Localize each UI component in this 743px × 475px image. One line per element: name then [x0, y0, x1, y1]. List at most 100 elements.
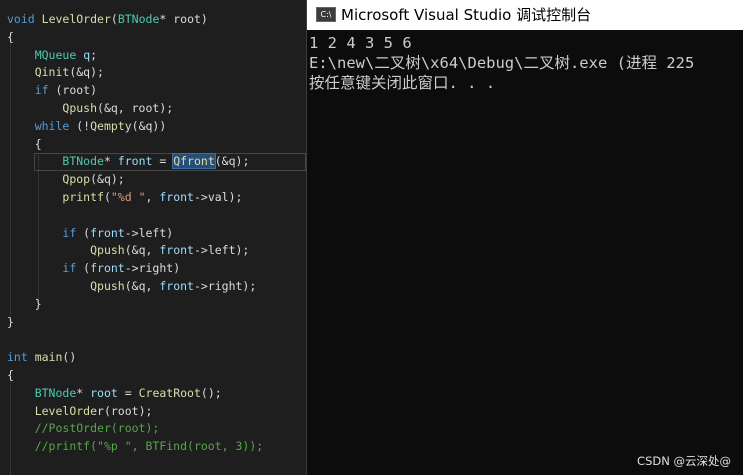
code-token: Qpop	[62, 172, 91, 187]
code-token: {	[7, 29, 14, 44]
code-token: (&q,	[124, 243, 160, 258]
code-line: //PostOrder(root);	[7, 419, 160, 437]
code-line: if (front->right)	[7, 259, 180, 277]
code-token: front	[90, 261, 125, 276]
code-token: void	[7, 12, 35, 26]
debug-console-window[interactable]: C:\ Microsoft Visual Studio 调试控制台 1 2 4 …	[306, 0, 743, 475]
code-token: Qpush	[90, 279, 125, 293]
code-token: ->right);	[193, 279, 257, 293]
code-token: ();	[200, 385, 222, 400]
code-token: (	[76, 261, 91, 276]
code-token: (&q);	[90, 172, 125, 187]
code-token: =	[117, 385, 139, 400]
code-token: (!	[69, 118, 91, 133]
watermark: CSDN @云深处@	[637, 454, 731, 468]
code-token: if	[34, 83, 49, 98]
code-token: "%d "	[110, 190, 146, 204]
code-token: front	[159, 243, 194, 258]
code-token: LevelOrder	[41, 12, 111, 26]
code-line: BTNode* front = Qfront(&q);	[7, 152, 249, 170]
code-line: Qpush(&q, root);	[7, 99, 173, 117]
code-token: CreatRoot	[138, 385, 201, 400]
code-line: if (root)	[7, 81, 97, 99]
console-titlebar[interactable]: C:\ Microsoft Visual Studio 调试控制台	[307, 0, 743, 30]
code-token: =	[152, 154, 174, 169]
code-line: //printf("%p ", BTFind(root, 3));	[7, 437, 263, 455]
code-line: }	[7, 295, 42, 313]
code-line: BTNode* root = CreatRoot();	[7, 384, 222, 402]
code-token: ->left)	[124, 225, 174, 240]
code-token: ,	[145, 190, 160, 204]
code-line: {	[7, 366, 14, 384]
code-token: MQueue	[34, 47, 77, 62]
code-line: {	[7, 28, 14, 46]
code-token: ->right)	[124, 261, 181, 276]
code-token: while	[34, 118, 70, 133]
code-token: Qinit	[34, 65, 70, 80]
code-token: (&q,	[124, 279, 160, 293]
code-token: LevelOrder	[34, 403, 104, 418]
code-token: BTNode	[34, 385, 77, 400]
code-token: (root)	[48, 83, 98, 98]
code-token: (&q, root);	[97, 101, 174, 115]
code-token: (&q);	[69, 65, 104, 80]
code-line: }	[7, 313, 14, 331]
code-token: root	[90, 385, 118, 400]
console-output-line: 1 2 4 3 5 6	[309, 34, 412, 52]
code-line: int main()	[7, 348, 76, 366]
code-token: front	[159, 279, 194, 293]
code-line: Qpush(&q, front->right);	[7, 277, 256, 295]
console-title: Microsoft Visual Studio 调试控制台	[341, 6, 592, 24]
code-token: }	[7, 296, 42, 311]
code-token: ()	[62, 350, 77, 365]
code-token: BTNode	[117, 12, 160, 26]
code-line: while (!Qempty(&q))	[7, 117, 167, 135]
code-line: if (front->left)	[7, 224, 173, 242]
code-token: (	[76, 225, 91, 240]
code-token: {	[7, 136, 42, 151]
code-token: Qpush	[90, 243, 125, 258]
code-token: if	[62, 261, 77, 276]
code-token: Qpush	[62, 101, 98, 115]
code-line: {	[7, 135, 42, 153]
console-app-icon: C:\	[316, 7, 336, 22]
code-editor[interactable]: void LevelOrder(BTNode* root){ MQueue q;…	[0, 0, 306, 475]
code-token: *	[103, 154, 118, 169]
code-token: BTNode	[62, 154, 104, 169]
code-token: int	[7, 350, 28, 365]
code-token: Qempty	[90, 118, 132, 133]
code-token: //PostOrder(root);	[34, 421, 160, 436]
code-token: * root)	[159, 12, 208, 26]
code-token: main	[34, 350, 63, 365]
code-token: (&q);	[214, 154, 250, 169]
code-line: Qpush(&q, front->left);	[7, 241, 249, 259]
code-token: {	[7, 368, 14, 382]
code-token: //printf("%p ", BTFind(root, 3));	[34, 439, 264, 454]
code-token: ->val);	[193, 190, 243, 204]
console-output-line: 按任意键关闭此窗口. . .	[309, 74, 496, 92]
console-output-line: E:\new\二叉树\x64\Debug\二叉树.exe (进程 225	[309, 54, 695, 72]
code-token: front	[159, 190, 194, 204]
code-token: (&q))	[131, 118, 167, 133]
code-token: (	[110, 12, 118, 26]
code-token: Qfront	[172, 153, 216, 170]
code-line: LevelOrder(root);	[7, 402, 153, 420]
